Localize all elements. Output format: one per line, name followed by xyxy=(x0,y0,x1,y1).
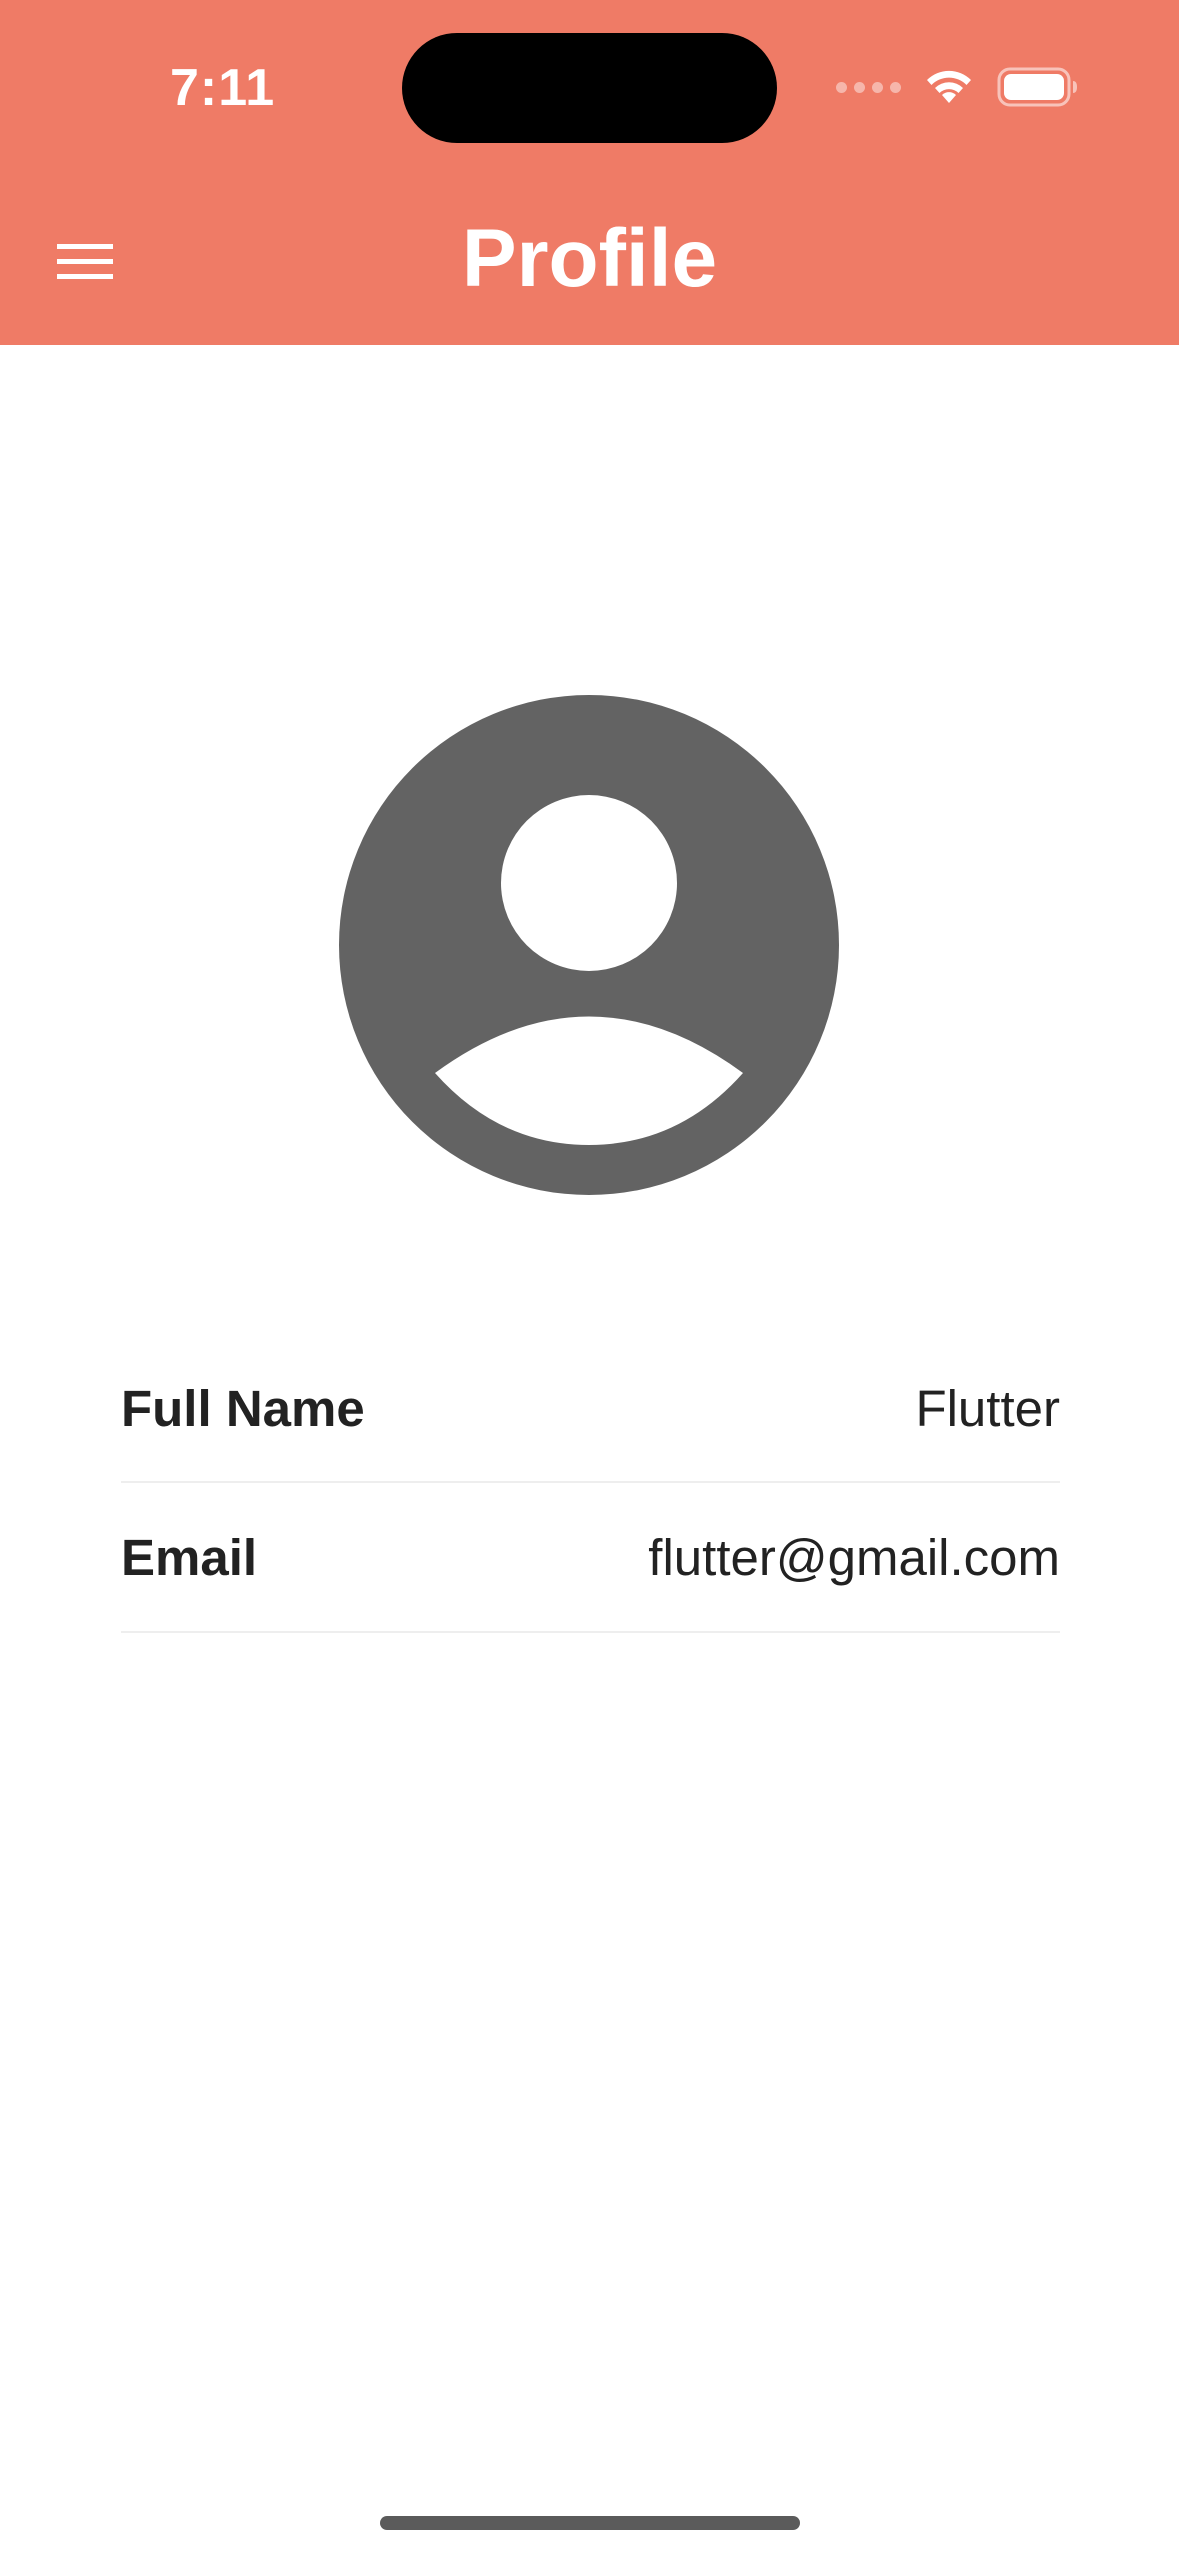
account-circle-icon xyxy=(339,695,839,1195)
full-name-label: Full Name xyxy=(121,1379,365,1437)
full-name-row: Full Name Flutter xyxy=(121,1335,1060,1483)
status-icons xyxy=(836,62,1079,112)
page-title: Profile xyxy=(461,213,718,304)
email-label: Email xyxy=(121,1528,258,1586)
wifi-icon xyxy=(927,70,971,103)
profile-screen: 7:11 Profile Full Name Flutter Email flu… xyxy=(0,0,1179,2556)
dynamic-island xyxy=(402,33,777,143)
battery-icon xyxy=(997,67,1077,107)
full-name-value: Flutter xyxy=(915,1379,1060,1437)
email-value: flutter@gmail.com xyxy=(648,1528,1060,1586)
profile-info-list: Full Name Flutter Email flutter@gmail.co… xyxy=(121,1335,1060,1633)
home-indicator[interactable] xyxy=(380,2516,800,2530)
app-bar: 7:11 Profile xyxy=(0,0,1179,345)
status-time: 7:11 xyxy=(170,59,276,117)
cellular-signal-icon xyxy=(836,81,901,93)
email-row: Email flutter@gmail.com xyxy=(121,1483,1060,1633)
